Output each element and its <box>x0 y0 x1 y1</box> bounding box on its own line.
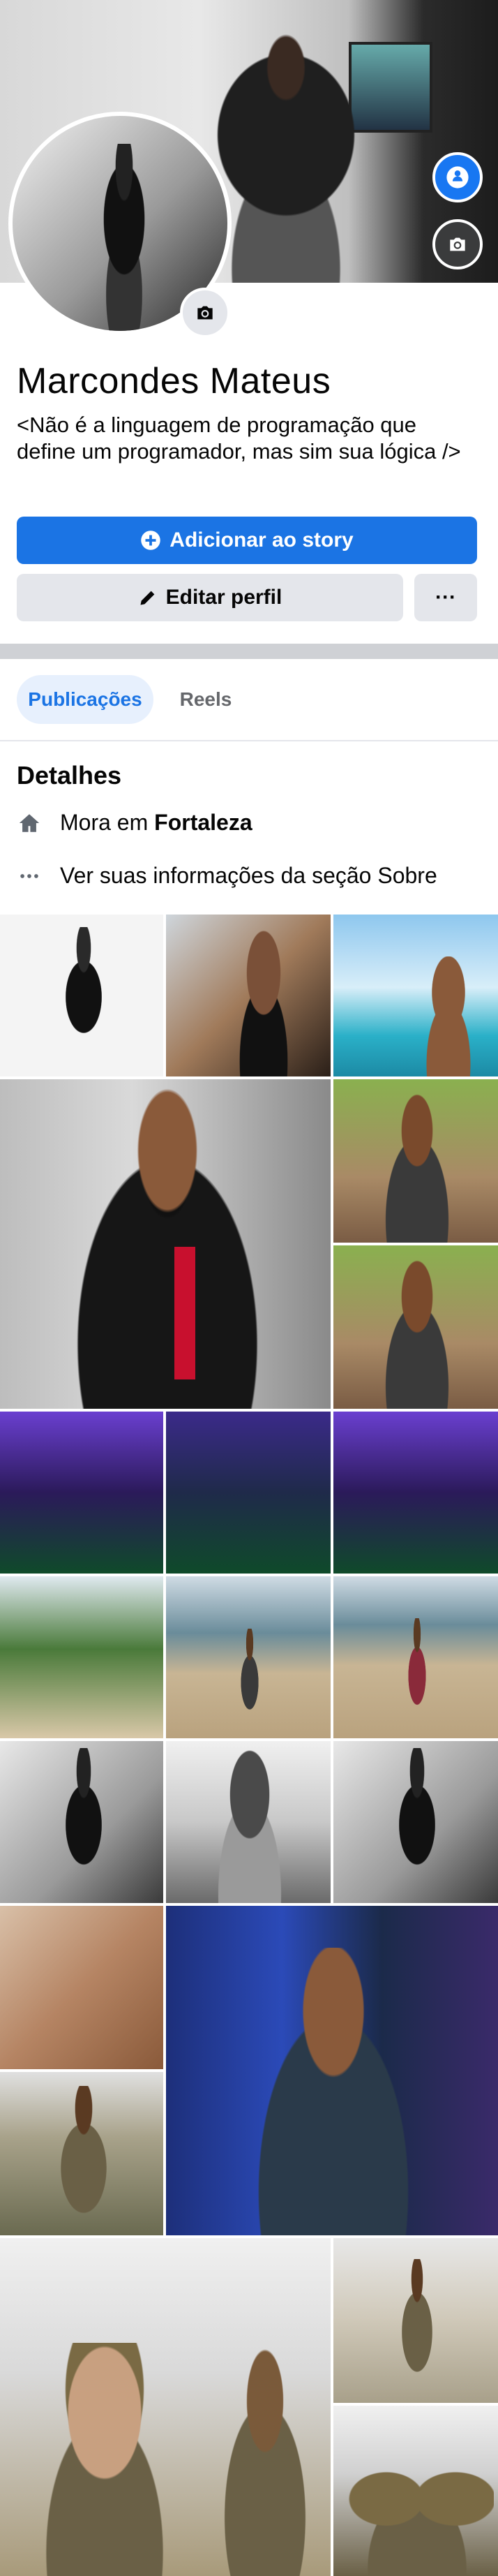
photo-thumbnail[interactable] <box>0 1576 163 1738</box>
detail-about-link[interactable]: Ver suas informações da seção Sobre <box>17 863 437 889</box>
photo-thumbnail[interactable] <box>166 915 331 1076</box>
photo-thumbnail[interactable] <box>0 2238 331 2576</box>
photo-thumbnail[interactable] <box>333 2406 498 2576</box>
photo-thumbnail[interactable] <box>166 1576 331 1738</box>
photo-thumbnail[interactable] <box>333 1741 498 1903</box>
plus-circle-icon <box>141 531 161 550</box>
photo-thumbnail[interactable] <box>166 1412 331 1574</box>
section-divider <box>0 644 498 659</box>
lives-city[interactable]: Fortaleza <box>154 810 252 835</box>
edit-profile-button[interactable]: Editar perfil <box>17 574 403 621</box>
tab-label: Publicações <box>28 688 142 710</box>
pencil-icon <box>140 591 154 605</box>
cover-camera-button[interactable] <box>432 219 483 269</box>
ellipsis-icon <box>17 864 42 889</box>
details-heading: Detalhes <box>17 761 122 790</box>
detail-lives-in: Mora em Fortaleza <box>17 810 252 836</box>
photo-thumbnail[interactable] <box>333 1079 498 1243</box>
avatar-icon <box>446 166 469 188</box>
profile-camera-button[interactable] <box>180 288 230 338</box>
tab-publicacoes[interactable]: Publicações <box>17 675 153 724</box>
photo-thumbnail[interactable] <box>166 1906 498 2235</box>
photo-thumbnail[interactable] <box>0 1741 163 1903</box>
photo-grid <box>0 913 498 2576</box>
photo-thumbnail[interactable] <box>0 915 163 1076</box>
add-story-label: Adicionar ao story <box>169 528 354 552</box>
lives-prefix: Mora em <box>60 810 149 835</box>
add-story-button[interactable]: Adicionar ao story <box>17 517 477 564</box>
home-icon <box>17 810 42 836</box>
ellipsis-icon: ··· <box>435 586 456 609</box>
photo-thumbnail[interactable] <box>333 1245 498 1409</box>
profile-name: Marcondes Mateus <box>17 361 331 401</box>
tab-label: Reels <box>179 688 232 710</box>
photo-thumbnail[interactable] <box>166 1741 331 1903</box>
photo-thumbnail[interactable] <box>0 1412 163 1574</box>
avatar-edit-button[interactable] <box>432 152 483 202</box>
photo-thumbnail[interactable] <box>333 1576 498 1738</box>
about-link-label: Ver suas informações da seção Sobre <box>60 863 437 888</box>
tab-reels[interactable]: Reels <box>167 675 244 724</box>
more-options-button[interactable]: ··· <box>414 574 477 621</box>
edit-profile-label: Editar perfil <box>165 586 282 609</box>
profile-figure <box>82 144 166 331</box>
camera-icon <box>197 306 213 320</box>
camera-icon <box>450 237 465 251</box>
profile-bio: <Não é a linguagem de programação que de… <box>17 413 461 464</box>
photo-thumbnail[interactable] <box>0 2072 163 2235</box>
photo-thumbnail[interactable] <box>0 1079 331 1409</box>
photo-thumbnail[interactable] <box>333 915 498 1076</box>
tabs-divider <box>0 740 498 741</box>
photo-thumbnail[interactable] <box>333 1412 498 1574</box>
photo-thumbnail[interactable] <box>333 2238 498 2403</box>
photo-thumbnail[interactable] <box>0 1906 163 2069</box>
